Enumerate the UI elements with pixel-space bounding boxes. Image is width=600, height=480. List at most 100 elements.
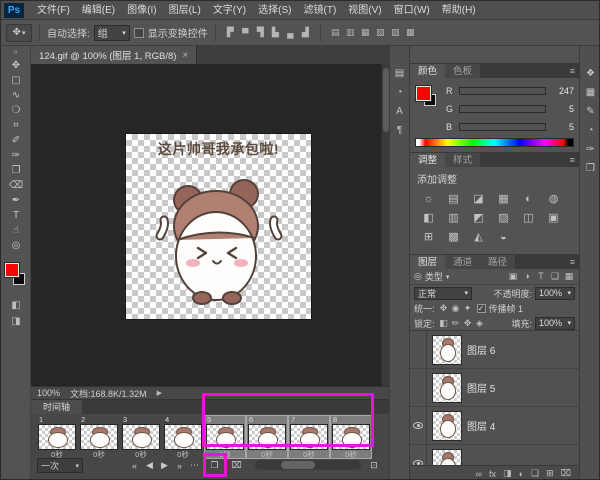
layers-action-icon[interactable]: ⌧	[561, 468, 571, 479]
distribute-icon[interactable]: ▧	[373, 25, 388, 40]
animation-frame[interactable]: 8 0秒	[330, 415, 372, 459]
tool-preset-picker[interactable]: ✥ ▾	[6, 23, 32, 42]
layers-action-icon[interactable]: ∞	[476, 469, 482, 479]
quick-mask-button[interactable]: ◧	[1, 298, 31, 312]
layers-action-icon[interactable]: ◨	[503, 468, 512, 479]
align-icon[interactable]: ▄	[283, 25, 298, 40]
layer-row[interactable]: 图层 4	[410, 407, 579, 445]
foreground-color-swatch[interactable]	[5, 263, 19, 277]
filter-icon[interactable]: ◑	[521, 271, 533, 282]
unify-icon[interactable]: ✥	[438, 303, 450, 314]
animation-frame[interactable]: 3 0秒	[121, 416, 161, 459]
frame-delay[interactable]: 0秒	[205, 450, 245, 459]
playback-button[interactable]: «	[127, 458, 142, 473]
menu-item[interactable]: 选择(S)	[252, 1, 297, 20]
adjustment-icon[interactable]: ◍	[541, 189, 566, 208]
tool-button[interactable]: ✥	[1, 58, 31, 73]
menu-item[interactable]: 帮助(H)	[436, 1, 482, 20]
adjustment-icon[interactable]: ▣	[541, 208, 566, 227]
adjustment-icon[interactable]: ◐	[516, 189, 541, 208]
frame-delay[interactable]: 0秒	[331, 450, 371, 459]
opacity-dropdown[interactable]: 100% ▾	[535, 286, 575, 300]
align-icon[interactable]: ▛	[223, 25, 238, 40]
layer-thumbnail[interactable]	[433, 411, 461, 440]
adjustment-icon[interactable]: ▤	[441, 189, 466, 208]
tool-button[interactable]: ✑	[1, 148, 31, 163]
menu-item[interactable]: 视图(V)	[342, 1, 387, 20]
unify-icon[interactable]: ◉	[450, 303, 462, 314]
menu-item[interactable]: 窗口(W)	[388, 1, 436, 20]
dock-panel-button[interactable]: ▤	[390, 64, 409, 83]
menu-item[interactable]: 编辑(E)	[76, 1, 121, 20]
timeline-scrollbar[interactable]	[255, 460, 361, 470]
tool-button[interactable]: ⌗	[1, 118, 31, 133]
frame-delay[interactable]: 0秒	[163, 450, 203, 459]
color-spectrum-ramp[interactable]	[415, 138, 574, 147]
adjustment-icon[interactable]: ▥	[441, 208, 466, 227]
adjustment-icon[interactable]: ⊞	[416, 227, 441, 246]
distribute-icon[interactable]: ▩	[403, 25, 418, 40]
playback-button[interactable]: »	[172, 458, 187, 473]
playback-button[interactable]: ◀	[142, 458, 157, 473]
channel-slider[interactable]	[459, 105, 546, 113]
align-icon[interactable]: ▙	[268, 25, 283, 40]
align-icon[interactable]: ▟	[298, 25, 313, 40]
adjustment-icon[interactable]: ◫	[516, 208, 541, 227]
playback-button[interactable]: ▶	[157, 458, 172, 473]
frame-delay[interactable]: 0秒	[37, 450, 77, 459]
menu-item[interactable]: 文字(Y)	[207, 1, 252, 20]
layers-action-icon[interactable]: ⊞	[546, 468, 554, 479]
channel-value[interactable]: 247	[550, 86, 574, 96]
delete-frame-button[interactable]: ⌧	[229, 458, 244, 473]
panel-menu-icon[interactable]: ≡	[566, 255, 579, 269]
dock-panel-button[interactable]: A	[390, 102, 409, 121]
adjustment-icon[interactable]: ◩	[466, 208, 491, 227]
panel-tab[interactable]: 图层	[410, 255, 446, 269]
loop-options-dropdown[interactable]: 一次 ▾	[37, 458, 83, 473]
visibility-toggle[interactable]	[410, 407, 427, 444]
unify-icon[interactable]: ✦	[462, 303, 474, 314]
chevron-down-icon[interactable]: ▾	[446, 273, 450, 281]
layers-action-icon[interactable]: ◐	[519, 469, 524, 479]
layer-row[interactable]: 图层 6	[410, 331, 579, 369]
tool-button[interactable]: ✐	[1, 133, 31, 148]
tool-button[interactable]: ▢	[1, 73, 31, 88]
visibility-toggle[interactable]	[410, 369, 427, 406]
panel-tab[interactable]: 路径	[480, 255, 516, 269]
tool-button[interactable]: ∿	[1, 88, 31, 103]
distribute-icon[interactable]: ▨	[388, 25, 403, 40]
adjustment-icon[interactable]: ◧	[416, 208, 441, 227]
layer-name[interactable]: 图层 4	[467, 418, 495, 433]
close-icon[interactable]: ×	[182, 50, 188, 61]
align-icon[interactable]: ▀	[238, 25, 253, 40]
menu-item[interactable]: 文件(F)	[31, 1, 76, 20]
channel-value[interactable]: 5	[550, 122, 574, 132]
dock-panel-button[interactable]: ❒	[580, 159, 599, 178]
panel-menu-icon[interactable]: ≡	[566, 153, 579, 167]
layer-thumbnail[interactable]	[433, 449, 461, 465]
show-transform-checkbox[interactable]	[133, 27, 144, 38]
layers-action-icon[interactable]: ❏	[531, 468, 539, 479]
frame-delay[interactable]: 0秒	[79, 450, 119, 459]
fill-dropdown[interactable]: 100% ▾	[535, 316, 575, 330]
frame-delay[interactable]: 0秒	[289, 450, 329, 459]
canvas-area[interactable]: 这片帅哥我承包啦!	[31, 64, 389, 386]
frame-delay[interactable]: 0秒	[247, 450, 287, 459]
animation-frame[interactable]: 2 0秒	[79, 416, 119, 459]
tool-button[interactable]: ✒	[1, 193, 31, 208]
propagate-frame-checkbox[interactable]: ✓	[476, 304, 486, 313]
filter-icon[interactable]: ▦	[563, 271, 575, 282]
adjustment-icon[interactable]: ▦	[491, 189, 516, 208]
lock-icon[interactable]: ◈	[474, 318, 486, 329]
layer-name[interactable]: 图层 6	[467, 342, 495, 357]
document-artwork[interactable]: 这片帅哥我承包啦!	[126, 134, 311, 319]
foreground-color-swatch[interactable]	[416, 86, 431, 101]
lock-icon[interactable]: ✏	[450, 318, 462, 329]
tool-button[interactable]: ❍	[1, 103, 31, 118]
dock-panel-button[interactable]: ❖	[580, 64, 599, 83]
dock-panel-button[interactable]: ◔	[390, 83, 409, 102]
adjustment-icon[interactable]: ☼	[416, 189, 441, 208]
distribute-icon[interactable]: ▦	[358, 25, 373, 40]
scrollbar-thumb[interactable]	[281, 461, 315, 469]
vertical-scrollbar[interactable]	[381, 64, 389, 386]
